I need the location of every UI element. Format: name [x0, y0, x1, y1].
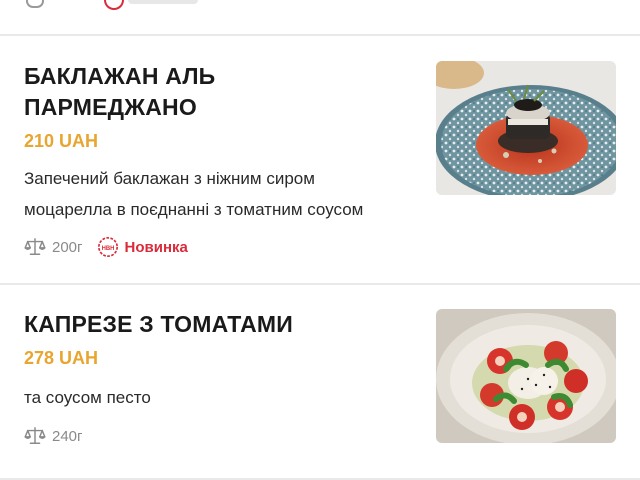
menu-item-title-line: ПАРМЕДЖАНО: [24, 94, 197, 120]
menu-item-meta: 240г: [24, 426, 97, 446]
new-badge-icon: НВН: [97, 237, 118, 257]
cut-off-text: [128, 0, 198, 4]
menu-item-card[interactable]: КАПРЕЗЕ З ТОМАТАМИ 278 UAH та соусом пес…: [0, 286, 640, 480]
previous-card-remnant: [0, 0, 640, 36]
menu-item-meta: 200г НВН Новинка: [24, 236, 188, 258]
menu-item-card[interactable]: БАКЛАЖАН АЛЬ ПАРМЕДЖАНО 210 UAH Запечени…: [0, 37, 640, 285]
description-line: Запечений баклажан з ніжним сиром: [24, 169, 315, 188]
menu-page: БАКЛАЖАН АЛЬ ПАРМЕДЖАНО 210 UAH Запечени…: [0, 0, 640, 480]
svg-text:НВН: НВН: [101, 246, 114, 252]
new-badge-icon: [104, 0, 124, 10]
eggplant-parmigiana-photo[interactable]: [436, 61, 616, 195]
scale-icon: [26, 0, 44, 8]
menu-item-price: 278 UAH: [24, 348, 99, 368]
menu-item-weight: 200г: [52, 238, 83, 256]
menu-item-description: та соусом песто: [24, 388, 151, 407]
menu-item-title-line: БАКЛАЖАН АЛЬ: [24, 63, 216, 89]
menu-item-description: Запечений баклажан з ніжним сиром моцаре…: [24, 163, 424, 225]
scale-icon: [24, 427, 46, 444]
menu-item-title: КАПРЕЗЕ З ТОМАТАМИ: [24, 311, 293, 337]
description-line: моцарелла в поєднанні з томатним соусом: [24, 200, 364, 219]
menu-item-title: БАКЛАЖАН АЛЬ ПАРМЕДЖАНО: [24, 61, 404, 123]
scale-icon: [24, 238, 46, 255]
caprese-photo[interactable]: [436, 309, 616, 443]
new-badge-label: Новинка: [124, 238, 188, 256]
menu-item-price: 210 UAH: [24, 131, 99, 151]
menu-item-weight: 240г: [52, 427, 83, 445]
